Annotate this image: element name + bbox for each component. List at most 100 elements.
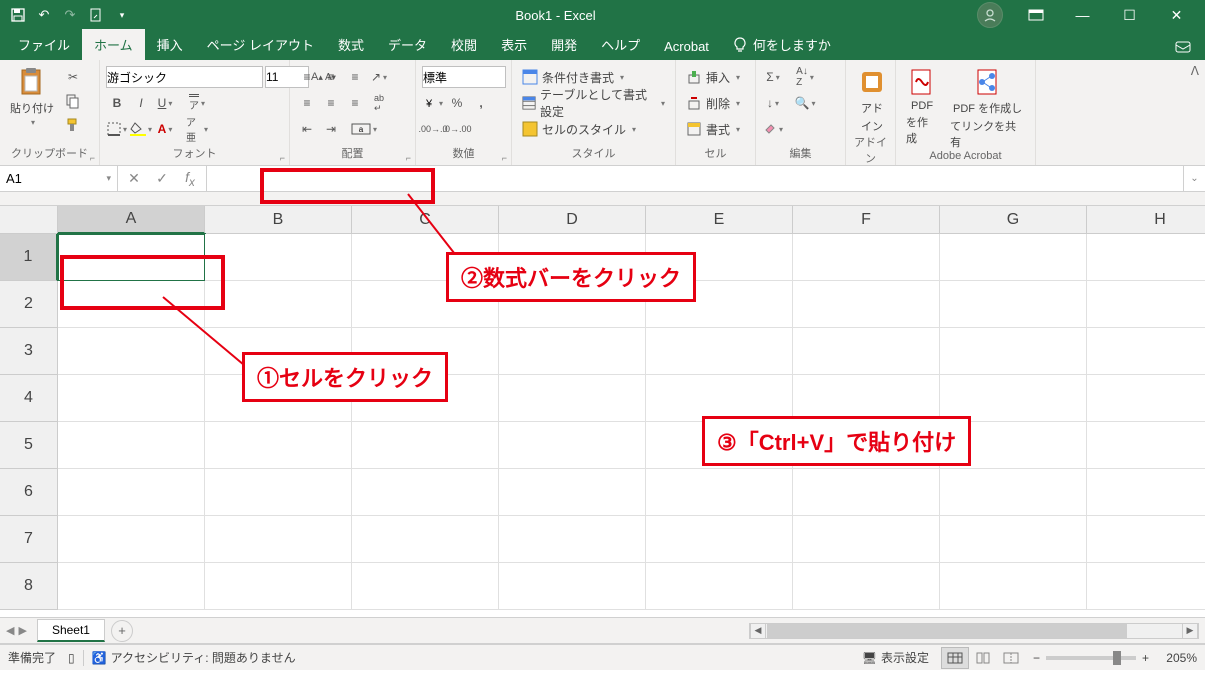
italic-icon[interactable]: I xyxy=(130,92,152,114)
cell[interactable] xyxy=(793,234,940,281)
sheet-nav-prev-icon[interactable]: ◀ xyxy=(6,624,14,637)
row-header[interactable]: 4 xyxy=(0,375,58,422)
align-left-icon[interactable]: ≡ xyxy=(296,92,318,114)
column-header[interactable]: G xyxy=(940,206,1087,234)
fill-color-icon[interactable]: ▾ xyxy=(130,118,152,140)
row-header[interactable]: 7 xyxy=(0,516,58,563)
cell[interactable] xyxy=(499,422,646,469)
cell[interactable] xyxy=(352,563,499,610)
tab-file[interactable]: ファイル xyxy=(6,29,82,60)
zoom-slider[interactable] xyxy=(1046,656,1136,660)
cell[interactable] xyxy=(352,516,499,563)
row-header[interactable]: 5 xyxy=(0,422,58,469)
cell[interactable] xyxy=(58,563,205,610)
cell[interactable] xyxy=(499,516,646,563)
cell[interactable] xyxy=(793,469,940,516)
number-format-combo[interactable] xyxy=(422,66,506,88)
cell[interactable] xyxy=(1087,234,1205,281)
cell[interactable] xyxy=(58,375,205,422)
bold-icon[interactable]: B xyxy=(106,92,128,114)
cell[interactable] xyxy=(940,281,1087,328)
accounting-icon[interactable]: ¥▾ xyxy=(422,92,444,114)
display-settings-icon[interactable]: 🖥 xyxy=(862,651,877,665)
tab-developer[interactable]: 開発 xyxy=(539,29,589,60)
wrap-text-icon[interactable]: ab↵ xyxy=(368,92,390,114)
column-header[interactable]: H xyxy=(1087,206,1205,234)
display-settings-label[interactable]: 表示設定 xyxy=(881,649,929,666)
cell[interactable] xyxy=(352,422,499,469)
row-header[interactable]: 1 xyxy=(0,234,58,281)
dialog-launcher-icon[interactable]: ⌐ xyxy=(502,153,507,163)
page-layout-view-icon[interactable] xyxy=(969,647,997,669)
save-icon[interactable] xyxy=(6,3,30,27)
phonetic-icon[interactable]: ア亜▾ xyxy=(186,118,208,140)
cell[interactable] xyxy=(205,234,352,281)
cell[interactable] xyxy=(793,328,940,375)
redo-icon[interactable]: ↷ xyxy=(58,3,82,27)
pdf-share-button[interactable]: PDF を作成し てリンクを共有 xyxy=(946,66,1029,150)
font-color-icon[interactable]: A▾ xyxy=(154,118,176,140)
cell[interactable] xyxy=(58,234,205,281)
cell[interactable] xyxy=(793,563,940,610)
cell[interactable] xyxy=(499,375,646,422)
column-header[interactable]: E xyxy=(646,206,793,234)
cell[interactable] xyxy=(940,469,1087,516)
sheet-nav-next-icon[interactable]: ▶ xyxy=(18,624,26,637)
cell[interactable] xyxy=(499,328,646,375)
cell[interactable] xyxy=(793,516,940,563)
maximize-icon[interactable]: ☐ xyxy=(1107,0,1152,30)
new-icon[interactable] xyxy=(84,3,108,27)
ribbon-options-icon[interactable] xyxy=(1013,0,1058,30)
cell[interactable] xyxy=(205,422,352,469)
column-header[interactable]: B xyxy=(205,206,352,234)
row-header[interactable]: 2 xyxy=(0,281,58,328)
cell[interactable] xyxy=(646,328,793,375)
percent-icon[interactable]: % xyxy=(446,92,468,114)
column-header[interactable]: F xyxy=(793,206,940,234)
conditional-formatting-button[interactable]: 条件付き書式▾ xyxy=(518,66,628,88)
cell[interactable] xyxy=(646,375,793,422)
align-right-icon[interactable]: ≡ xyxy=(344,92,366,114)
tab-help[interactable]: ヘルプ xyxy=(589,29,652,60)
clear-icon[interactable]: ▾ xyxy=(762,118,784,140)
cell[interactable] xyxy=(1087,422,1205,469)
tell-me[interactable]: 何をしますか xyxy=(721,29,843,60)
cell[interactable] xyxy=(58,281,205,328)
cell[interactable] xyxy=(58,516,205,563)
collapse-ribbon-icon[interactable]: ᐱ xyxy=(1191,64,1199,78)
row-header[interactable]: 8 xyxy=(0,563,58,610)
orientation-icon[interactable]: ↗▾ xyxy=(368,66,390,88)
insert-function-icon[interactable]: fx xyxy=(180,169,200,189)
cancel-formula-icon[interactable]: ✕ xyxy=(124,170,144,187)
dialog-launcher-icon[interactable]: ⌐ xyxy=(90,153,95,163)
account-icon[interactable] xyxy=(977,2,1003,28)
cell[interactable] xyxy=(646,469,793,516)
cell[interactable] xyxy=(793,375,940,422)
cell[interactable] xyxy=(1087,281,1205,328)
tab-acrobat[interactable]: Acrobat xyxy=(652,33,721,60)
copy-icon[interactable] xyxy=(62,90,84,112)
dialog-launcher-icon[interactable]: ⌐ xyxy=(280,153,285,163)
normal-view-icon[interactable] xyxy=(941,647,969,669)
cell[interactable] xyxy=(1087,328,1205,375)
zoom-level[interactable]: 205% xyxy=(1155,651,1197,665)
qat-customize-icon[interactable]: ▾ xyxy=(110,3,134,27)
cell[interactable] xyxy=(940,563,1087,610)
close-icon[interactable]: ✕ xyxy=(1154,0,1199,30)
ruby-icon[interactable]: ア▾ xyxy=(186,92,208,114)
tab-page-layout[interactable]: ページ レイアウト xyxy=(195,29,326,60)
sort-filter-icon[interactable]: A↓Z▾ xyxy=(788,66,822,88)
cell[interactable] xyxy=(352,469,499,516)
accessibility-icon[interactable]: ♿ xyxy=(92,651,107,665)
increase-decimal-icon[interactable]: .00→.0 xyxy=(422,118,444,140)
merge-icon[interactable]: a▾ xyxy=(344,118,384,140)
sheet-tab-sheet1[interactable]: Sheet1 xyxy=(37,619,105,642)
column-header[interactable]: A xyxy=(58,206,205,234)
cell[interactable] xyxy=(58,328,205,375)
tab-view[interactable]: 表示 xyxy=(489,29,539,60)
insert-cells-button[interactable]: 挿入▾ xyxy=(682,66,744,88)
cell[interactable] xyxy=(940,234,1087,281)
font-name-combo[interactable] xyxy=(106,66,263,88)
tab-insert[interactable]: 挿入 xyxy=(145,29,195,60)
paste-button[interactable]: 貼り付け ▾ xyxy=(6,66,58,127)
